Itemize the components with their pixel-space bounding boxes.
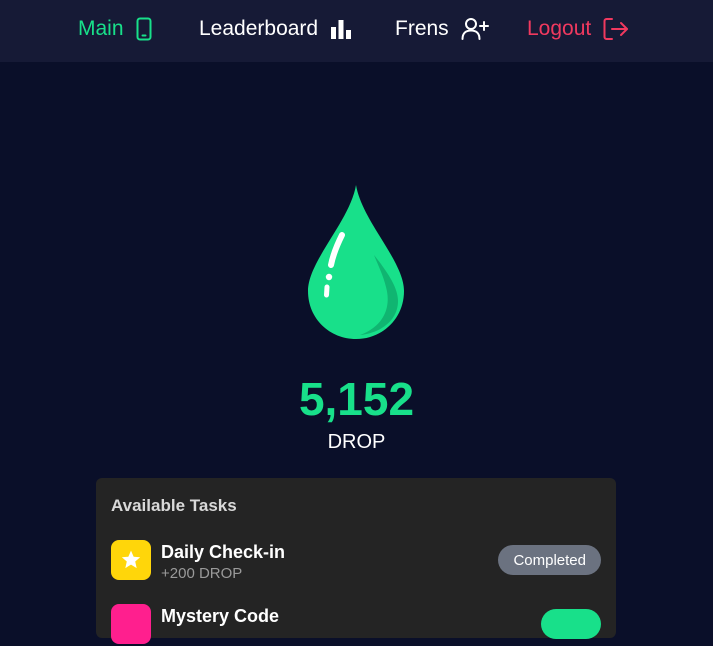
nav-frens[interactable]: Frens: [395, 14, 489, 44]
star-icon: [111, 540, 151, 580]
tasks-title: Available Tasks: [111, 496, 237, 515]
user-plus-icon: [461, 18, 489, 40]
drop-logo-icon[interactable]: [306, 183, 406, 341]
balance-unit: DROP: [327, 431, 386, 453]
task-item-mystery-code[interactable]: Mystery Code: [111, 604, 601, 646]
top-navbar: Main Leaderboard Frens Logout: [0, 0, 713, 62]
mystery-task-icon: [111, 604, 151, 644]
nav-frens-label: Frens: [395, 17, 449, 40]
bar-chart-icon: [331, 20, 352, 39]
nav-leaderboard[interactable]: Leaderboard: [199, 14, 352, 44]
nav-main[interactable]: Main: [78, 14, 152, 44]
nav-leaderboard-label: Leaderboard: [199, 17, 319, 40]
nav-logout[interactable]: Logout: [527, 14, 629, 44]
logout-icon: [603, 18, 629, 40]
task-action-button[interactable]: [541, 609, 601, 639]
task-name: Mystery Code: [161, 606, 280, 626]
status-badge[interactable]: Completed: [498, 545, 601, 575]
nav-main-label: Main: [78, 17, 124, 40]
nav-logout-label: Logout: [527, 17, 592, 40]
phone-icon: [136, 17, 152, 41]
tasks-panel: Available Tasks Daily Check-in +200 DROP…: [96, 478, 616, 644]
task-reward: +200 DROP: [161, 565, 243, 582]
balance-amount: 5,152: [298, 373, 415, 425]
task-name: Daily Check-in: [161, 542, 286, 562]
task-item-daily-checkin[interactable]: Daily Check-in +200 DROP Completed: [111, 540, 601, 582]
